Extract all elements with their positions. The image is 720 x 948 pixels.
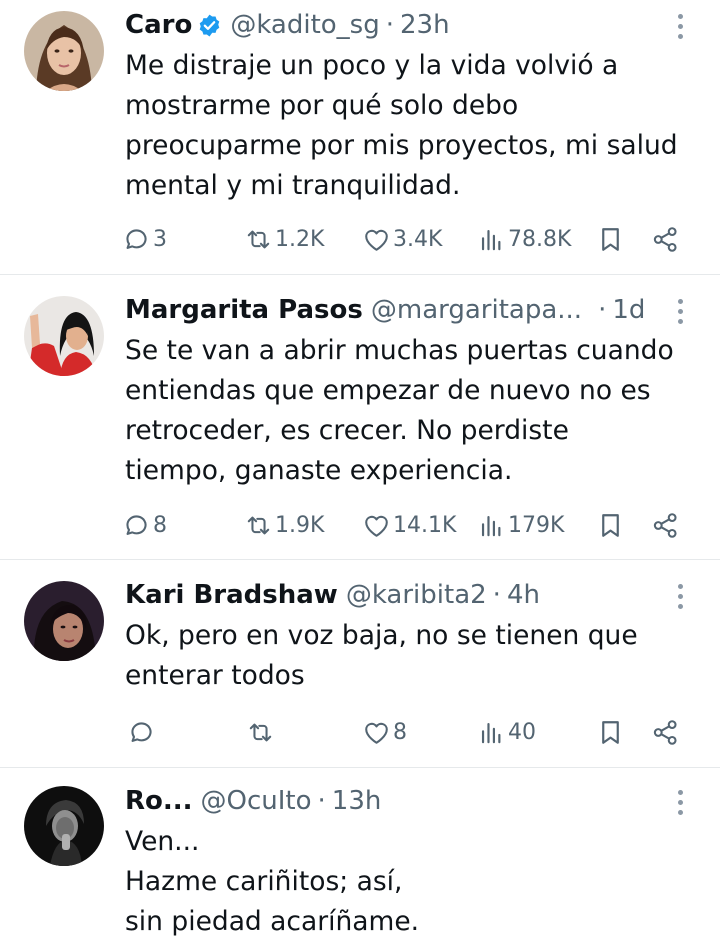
bookmark-icon [602, 513, 619, 537]
tweet-text-line: enterar todos [125, 660, 305, 691]
separator: · [492, 580, 501, 610]
separator: · [317, 786, 326, 816]
timestamp[interactable]: 1d [612, 295, 645, 325]
avatar[interactable] [24, 11, 104, 91]
reply-icon [126, 228, 147, 249]
more-vertical-icon[interactable] [670, 785, 690, 819]
retweet-count: 1.2K [275, 226, 325, 252]
reply-icon [131, 721, 152, 742]
reply-count: 8 [153, 512, 167, 538]
views-icon [481, 229, 501, 250]
more-vertical-icon[interactable] [670, 294, 690, 328]
reply-count: 3 [153, 226, 167, 252]
views-icon [481, 722, 501, 743]
tweet-text-line: tiempo, ganaste experiencia. [125, 455, 513, 486]
timestamp[interactable]: 4h [507, 580, 540, 610]
tweet-text: Ven... Hazme cariñitos; así, sin piedad … [125, 822, 694, 942]
tweet-text-line: Se te van a abrir muchas puertas cuando [125, 335, 674, 366]
like-count: 8 [393, 719, 407, 745]
handle[interactable]: @margaritapa... [371, 295, 582, 325]
heart-icon [365, 515, 388, 537]
retweet-icon [247, 230, 270, 248]
avatar[interactable] [24, 296, 104, 376]
display-name[interactable]: Margarita Pasos [125, 295, 363, 325]
like-count: 3.4K [393, 226, 443, 252]
handle[interactable]: @kadito_sg [230, 10, 379, 40]
tweet-text-line: Me distraje un poco y la vida volvió a [125, 50, 619, 81]
reply-icon [126, 514, 147, 535]
display-name[interactable]: Kari Bradshaw [125, 580, 338, 610]
more-vertical-icon[interactable] [670, 9, 690, 43]
tweet[interactable]: Caro @kadito_sg · 23h Me distraje un poc… [0, 0, 720, 275]
tweet-text-line: Ven... [125, 826, 200, 857]
views-button[interactable]: 40 [477, 714, 536, 750]
bookmark-button[interactable] [596, 221, 625, 257]
retweet-icon [249, 723, 272, 741]
tweet-text-line: retroceder, es crecer. No perdiste [125, 415, 569, 446]
reply-button[interactable]: 8 [122, 507, 167, 543]
action-bar: 3 1.2K 3.4K 78.8K [0, 221, 720, 257]
tweet-text-line: entiendas que empezar de nuevo no es [125, 375, 651, 406]
retweet-button[interactable]: 1.9K [244, 507, 324, 543]
view-count: 40 [508, 719, 536, 745]
bookmark-icon [602, 227, 619, 251]
view-count: 78.8K [508, 226, 572, 252]
views-icon [481, 515, 501, 536]
verified-badge-icon [197, 13, 222, 38]
handle[interactable]: @OcuIto [201, 786, 312, 816]
like-button[interactable]: 8 [362, 714, 407, 750]
separator: · [385, 10, 394, 40]
tweet-text: Me distraje un poco y la vida volvió a m… [125, 46, 694, 206]
display-name[interactable]: Caro [125, 10, 192, 40]
reply-button[interactable]: 3 [122, 221, 167, 257]
tweet-text: Ok, pero en voz baja, no se tienen que e… [125, 616, 694, 696]
share-button[interactable] [651, 714, 680, 750]
views-button[interactable]: 179K [477, 507, 564, 543]
view-count: 179K [508, 512, 565, 538]
like-button[interactable]: 3.4K [362, 221, 442, 257]
tweet-text-line: Ok, pero en voz baja, no se tienen que [125, 620, 638, 651]
share-icon [653, 226, 677, 252]
separator: · [598, 295, 607, 325]
handle[interactable]: @karibita2 [346, 580, 487, 610]
retweet-count: 1.9K [275, 512, 325, 538]
like-button[interactable]: 14.1K [362, 507, 456, 543]
bookmark-button[interactable] [596, 507, 625, 543]
bookmark-button[interactable] [596, 714, 625, 750]
heart-icon [365, 229, 388, 251]
tweet[interactable]: Margarita Pasos @margaritapa... · 1d Se … [0, 275, 720, 560]
action-bar: 8 1.9K 14.1K 179K [0, 507, 720, 543]
tweet-text: Se te van a abrir muchas puertas cuando … [125, 331, 694, 491]
tweet-text-line: mostrarme por qué solo debo [125, 90, 519, 121]
share-button[interactable] [651, 221, 680, 257]
tweet[interactable]: Ro... @OcuIto · 13h Ven... Hazme cariñit… [0, 768, 720, 948]
timestamp[interactable]: 23h [400, 10, 450, 40]
share-icon [653, 512, 677, 538]
bookmark-icon [602, 720, 619, 744]
tweet-text-line: Hazme cariñitos; así, [125, 866, 403, 897]
avatar[interactable] [24, 786, 104, 866]
tweet[interactable]: Kari Bradshaw @karibita2 · 4h Ok, pero e… [0, 560, 720, 768]
tweet-text-line: preocuparme por mis proyectos, mi salud [125, 130, 678, 161]
display-name[interactable]: Ro... [125, 786, 193, 816]
avatar[interactable] [24, 581, 104, 661]
share-icon [653, 719, 677, 745]
heart-icon [365, 722, 388, 744]
tweet-text-line: mental y mi tranquilidad. [125, 170, 461, 201]
retweet-button[interactable]: 1.2K [244, 221, 324, 257]
retweet-button[interactable] [246, 714, 275, 750]
like-count: 14.1K [393, 512, 457, 538]
views-button[interactable]: 78.8K [477, 221, 571, 257]
tweet-text-line: sin piedad acaríñame. [125, 906, 420, 937]
share-button[interactable] [651, 507, 680, 543]
reply-button[interactable] [127, 714, 156, 750]
timestamp[interactable]: 13h [332, 786, 382, 816]
retweet-icon [247, 516, 270, 534]
action-bar: 8 40 [0, 714, 720, 750]
more-vertical-icon[interactable] [670, 579, 690, 613]
